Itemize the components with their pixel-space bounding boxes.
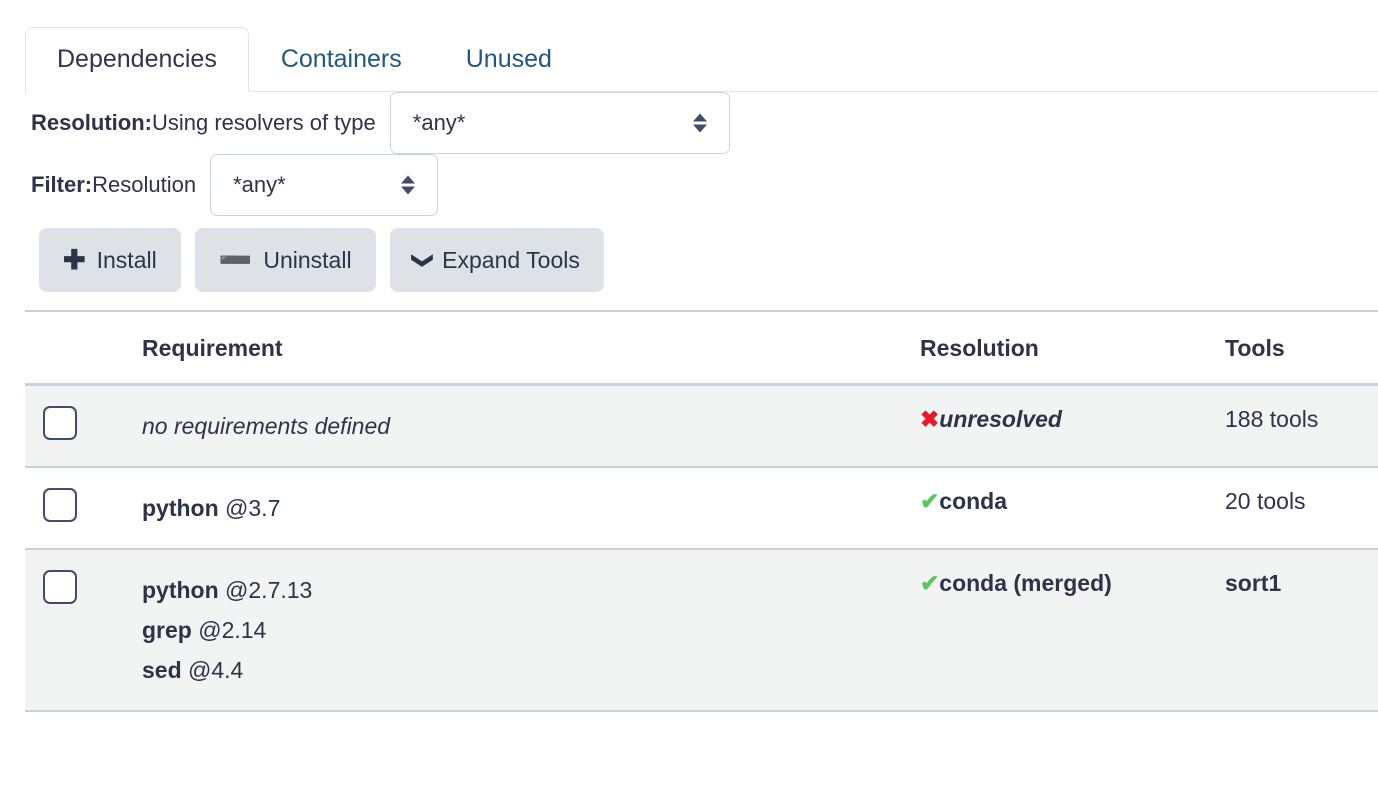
requirement-entry: grep @2.14 [142, 610, 920, 650]
resolution-label: Resolution: [31, 110, 152, 136]
row-checkbox[interactable] [43, 570, 77, 604]
filter-select-value: *any* [233, 172, 286, 198]
resolution-status: conda [939, 488, 1007, 514]
table-row[interactable]: python @3.7✔conda20 tools [25, 467, 1378, 549]
plus-icon: ✚ [63, 247, 86, 274]
requirement-name: sed [142, 657, 182, 683]
resolution-cell: ✔conda [920, 467, 1225, 549]
row-select-cell [25, 549, 142, 711]
row-select-cell [25, 467, 142, 549]
requirement-cell: no requirements defined [142, 385, 920, 468]
resolution-control-row: Resolution: Using resolvers of type *any… [31, 92, 1378, 154]
column-header-requirement: Requirement [142, 311, 920, 385]
resolution-status: unresolved [939, 406, 1062, 432]
tab-list: DependenciesContainersUnused [25, 0, 1378, 92]
expand-tools-button-label: Expand Tools [442, 247, 580, 274]
minus-icon: ➖ [219, 247, 253, 274]
row-checkbox[interactable] [43, 488, 77, 522]
filter-description: Resolution [92, 172, 196, 198]
filter-select[interactable]: *any* [210, 154, 438, 216]
uninstall-button-label: Uninstall [263, 247, 351, 274]
action-button-row: ✚ Install ➖ Uninstall ❯ Expand Tools [0, 216, 1378, 310]
requirement-entry: no requirements defined [142, 406, 920, 446]
table-header: Requirement Resolution Tools [25, 311, 1378, 385]
column-header-resolution: Resolution [920, 311, 1225, 385]
table-row[interactable]: python @2.7.13grep @2.14sed @4.4✔conda (… [25, 549, 1378, 711]
filter-control-row: Filter: Resolution *any* [31, 154, 1378, 216]
updown-arrows-icon [693, 114, 707, 133]
row-checkbox[interactable] [43, 406, 77, 440]
requirement-entry: python @2.7.13 [142, 570, 920, 610]
expand-tools-button[interactable]: ❯ Expand Tools [390, 228, 604, 292]
resolution-description: Using resolvers of type [152, 110, 376, 136]
tools-cell: 20 tools [1225, 467, 1378, 549]
requirement-version: @2.7.13 [225, 577, 312, 603]
column-header-select [25, 311, 142, 385]
resolution-status: conda (merged) [939, 570, 1112, 596]
tab-dependencies[interactable]: Dependencies [25, 27, 249, 92]
tab-unused[interactable]: Unused [434, 27, 584, 92]
tools-cell: 188 tools [1225, 385, 1378, 468]
updown-arrows-icon [401, 176, 415, 195]
resolution-cell: ✖unresolved [920, 385, 1225, 468]
filter-label: Filter: [31, 172, 92, 198]
requirement-name: python [142, 495, 219, 521]
requirement-entry: sed @4.4 [142, 650, 920, 690]
uninstall-button[interactable]: ➖ Uninstall [195, 228, 376, 292]
check-icon: ✔ [920, 570, 939, 596]
resolution-select-value: *any* [413, 110, 466, 136]
install-button[interactable]: ✚ Install [39, 228, 181, 292]
tab-containers[interactable]: Containers [249, 27, 434, 92]
table-row[interactable]: no requirements defined✖unresolved188 to… [25, 385, 1378, 468]
resolution-cell: ✔conda (merged) [920, 549, 1225, 711]
requirement-name: no requirements defined [142, 413, 390, 439]
tab-bar: DependenciesContainersUnused [0, 0, 1378, 92]
requirement-name: python [142, 577, 219, 603]
requirement-name: grep [142, 617, 192, 643]
table-header-row: Requirement Resolution Tools [25, 311, 1378, 385]
install-button-label: Install [97, 247, 157, 274]
requirement-version: @4.4 [188, 657, 243, 683]
table-body: no requirements defined✖unresolved188 to… [25, 385, 1378, 712]
controls-panel: Resolution: Using resolvers of type *any… [0, 92, 1378, 216]
cross-icon: ✖ [920, 406, 939, 432]
dependencies-table: Requirement Resolution Tools no requirem… [25, 310, 1378, 712]
dependencies-table-wrapper: Requirement Resolution Tools no requirem… [25, 310, 1378, 712]
requirement-cell: python @2.7.13grep @2.14sed @4.4 [142, 549, 920, 711]
chevron-down-icon: ❯ [412, 251, 433, 269]
row-select-cell [25, 385, 142, 468]
requirement-version: @3.7 [225, 495, 280, 521]
requirement-version: @2.14 [198, 617, 266, 643]
column-header-tools: Tools [1225, 311, 1378, 385]
check-icon: ✔ [920, 488, 939, 514]
requirement-entry: python @3.7 [142, 488, 920, 528]
requirement-cell: python @3.7 [142, 467, 920, 549]
tools-cell: sort1 [1225, 549, 1378, 711]
resolution-select[interactable]: *any* [390, 92, 730, 154]
